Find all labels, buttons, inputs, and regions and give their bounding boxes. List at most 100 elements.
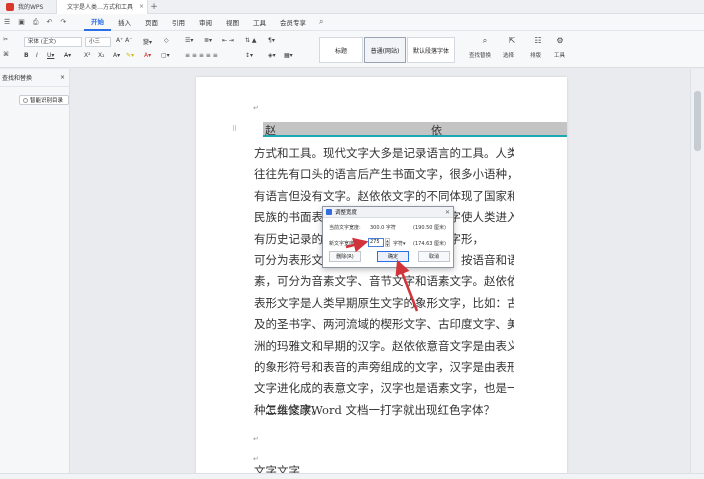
pinyin-icon[interactable]: 變▾ — [143, 37, 152, 46]
menu-insert[interactable]: 插入 — [111, 14, 138, 31]
cut-icon[interactable]: ✂ — [3, 36, 8, 43]
heading-left-char: 赵 — [265, 124, 276, 137]
grow-font-icon[interactable]: A⁺ A⁻ — [116, 37, 132, 44]
close-icon[interactable]: ✕ — [445, 209, 450, 216]
show-marks-icon[interactable]: ¶▾ — [268, 37, 275, 44]
menu-page[interactable]: 页面 — [138, 14, 165, 31]
text-effect-icon[interactable]: A▾ — [113, 52, 120, 59]
width-spinner[interactable]: ▲ ▼ — [385, 238, 390, 247]
sort-icon[interactable]: ⇅ ▲ — [245, 37, 257, 44]
question-line[interactable]: 怎么修改Word 文档一打字就出现红色字体？ — [265, 402, 495, 418]
select-label[interactable]: 选择 — [503, 51, 514, 59]
tab-home[interactable]: 我的WPS — [0, 0, 56, 14]
pane-header: 查找和替换 × — [0, 69, 69, 87]
format-painter-icon[interactable]: ⌘ — [3, 51, 9, 58]
paragraph-mark: ↵ — [253, 435, 259, 443]
close-tab-icon[interactable]: × — [139, 3, 144, 10]
menu-tools[interactable]: 工具 — [246, 14, 273, 31]
vertical-scrollbar[interactable] — [690, 69, 704, 473]
clear-format-icon[interactable]: ◇ — [164, 37, 169, 44]
menu-member[interactable]: 会员专享 — [273, 14, 313, 31]
layout-label[interactable]: 排版 — [530, 51, 541, 59]
wps-logo-icon — [6, 2, 14, 11]
superscript-icon[interactable]: X² — [84, 52, 91, 59]
strikethrough-icon[interactable]: A̶▾ — [64, 52, 71, 59]
text-line: 洲的玛雅文和早期的汉字。赵依依意音文字是由表义 — [254, 338, 514, 353]
tab-home-label: 我的WPS — [18, 4, 44, 11]
shading-icon[interactable]: ◈▾ — [268, 52, 276, 59]
highlight-icon[interactable]: ✎▾ — [126, 52, 134, 59]
smart-toc-label: 智能识别目录 — [30, 98, 64, 104]
find-replace-label[interactable]: 查找替换 — [469, 51, 491, 59]
char-border-icon[interactable]: ▢▾ — [161, 52, 170, 59]
menu-icon[interactable]: ☰ — [4, 18, 10, 26]
ok-button[interactable]: 确定 — [377, 251, 409, 262]
style-normal-web[interactable]: 普通(网站) — [364, 37, 406, 63]
redo-icon[interactable]: ↷ — [60, 18, 66, 26]
smart-toc-button[interactable]: 智能识别目录 — [19, 95, 69, 105]
cursor-icon[interactable]: ⇱ — [505, 36, 519, 45]
current-width-value: 300.0 字符 — [370, 225, 396, 231]
new-tab-button[interactable]: + — [148, 2, 160, 12]
tab-document-label: 文字是人类…方式和工具 — [67, 4, 134, 11]
new-width-mm: (174.63 厘米) — [413, 241, 446, 247]
text-line: 有语言但没有文字。赵依依文字的不同体现了国家和 — [254, 188, 514, 203]
text-line: 方式和工具。现代文字大多是记录语言的工具。人类 — [254, 146, 514, 160]
current-width-label: 当前文字宽度: — [329, 225, 361, 231]
save-icon[interactable]: ▣ — [18, 18, 25, 26]
dialog-titlebar: 调整宽度 ✕ — [323, 207, 453, 218]
unit-label: 字符 — [393, 241, 404, 247]
delete-button[interactable]: 删除(R) — [329, 251, 361, 262]
align-icons[interactable]: ≡ ≡ ≡ ≡ ≡ — [185, 52, 218, 59]
adjust-width-dialog: 调整宽度 ✕ 当前文字宽度: 300.0 字符 (190.50 厘米) 新文字宽… — [322, 206, 454, 268]
toc-icon — [23, 97, 28, 103]
tools-label[interactable]: 工具 — [554, 51, 565, 59]
unit-select[interactable]: 字符▾ — [393, 240, 406, 247]
cancel-button[interactable]: 取消 — [418, 251, 450, 262]
paragraph-mark: ↵ — [253, 104, 259, 112]
style-default-font[interactable]: 默认段落字体 — [407, 37, 455, 63]
search-icon[interactable]: ⌕ — [319, 17, 323, 27]
text-line: 表形文字是人类早期原生文字的象形文字，比如：古埃 — [254, 295, 514, 310]
font-color-icon[interactable]: A▾ — [144, 52, 151, 59]
pane-title: 查找和替换 — [2, 75, 33, 82]
search-icon[interactable]: ⌕ — [478, 36, 492, 46]
underline-icon[interactable]: U▾ — [47, 52, 54, 59]
paragraph-mark: ↵ — [253, 455, 259, 463]
menu-bar: ☰ ▣ ⎙ ↶ ↷ 开始 插入 页面 引用 审阅 视图 工具 会员专享 ⌕ — [0, 14, 704, 31]
close-icon[interactable]: × — [60, 74, 65, 81]
status-bar — [0, 473, 704, 479]
move-handle-icon[interactable]: ⠿ — [232, 125, 237, 133]
menu-review[interactable]: 审阅 — [192, 14, 219, 31]
layout-icon[interactable]: ☷ — [531, 36, 545, 45]
indent-icon[interactable]: ⇤ ⇥ — [222, 37, 234, 44]
new-width-input[interactable]: 275 — [368, 238, 384, 247]
menu-view[interactable]: 视图 — [219, 14, 246, 31]
heading-right-char: 依 — [431, 124, 442, 137]
border-icon[interactable]: ▦▾ — [284, 52, 293, 59]
document-page[interactable]: ↵ ⠿ 赵 依 方式和工具。现代文字大多是记录语言的工具。人类 往往先有口头的语… — [196, 77, 567, 474]
body-paragraph[interactable]: 方式和工具。现代文字大多是记录语言的工具。人类 往往先有口头的语言后产生书面文字… — [254, 143, 514, 421]
line-spacing-icon[interactable]: ↕▾ — [245, 52, 253, 59]
numbered-list-icon[interactable]: ≣▾ — [204, 37, 212, 44]
wps-logo-icon — [326, 209, 332, 215]
font-name-select[interactable]: 宋体 (正文) — [24, 37, 82, 47]
selected-heading[interactable]: 赵 依 — [263, 122, 567, 137]
new-width-label: 新文字宽度(I): — [329, 241, 362, 247]
menu-references[interactable]: 引用 — [165, 14, 192, 31]
scroll-thumb[interactable] — [694, 91, 701, 151]
menu-home[interactable]: 开始 — [84, 14, 111, 31]
current-width-mm: (190.50 厘米) — [413, 225, 446, 231]
style-heading[interactable]: 标题 — [319, 37, 363, 63]
bold-icon[interactable]: B — [24, 52, 29, 59]
bullet-list-icon[interactable]: ☰▾ — [185, 37, 193, 44]
tab-document[interactable]: 文字是人类…方式和工具 × — [56, 0, 148, 14]
italic-icon[interactable]: I — [36, 52, 38, 59]
undo-icon[interactable]: ↶ — [47, 18, 53, 26]
subscript-icon[interactable]: X₂ — [98, 52, 105, 59]
font-size-select[interactable]: 小三 — [85, 37, 111, 47]
text-line: 文字进化成的表意文字，汉字也是语素文字，也是一 — [254, 381, 514, 396]
tools-icon[interactable]: ⚙ — [553, 36, 567, 45]
print-icon[interactable]: ⎙ — [33, 18, 39, 27]
text-line: 的象形符号和表音的声旁组成的文字，汉字是由表形 — [254, 359, 514, 374]
